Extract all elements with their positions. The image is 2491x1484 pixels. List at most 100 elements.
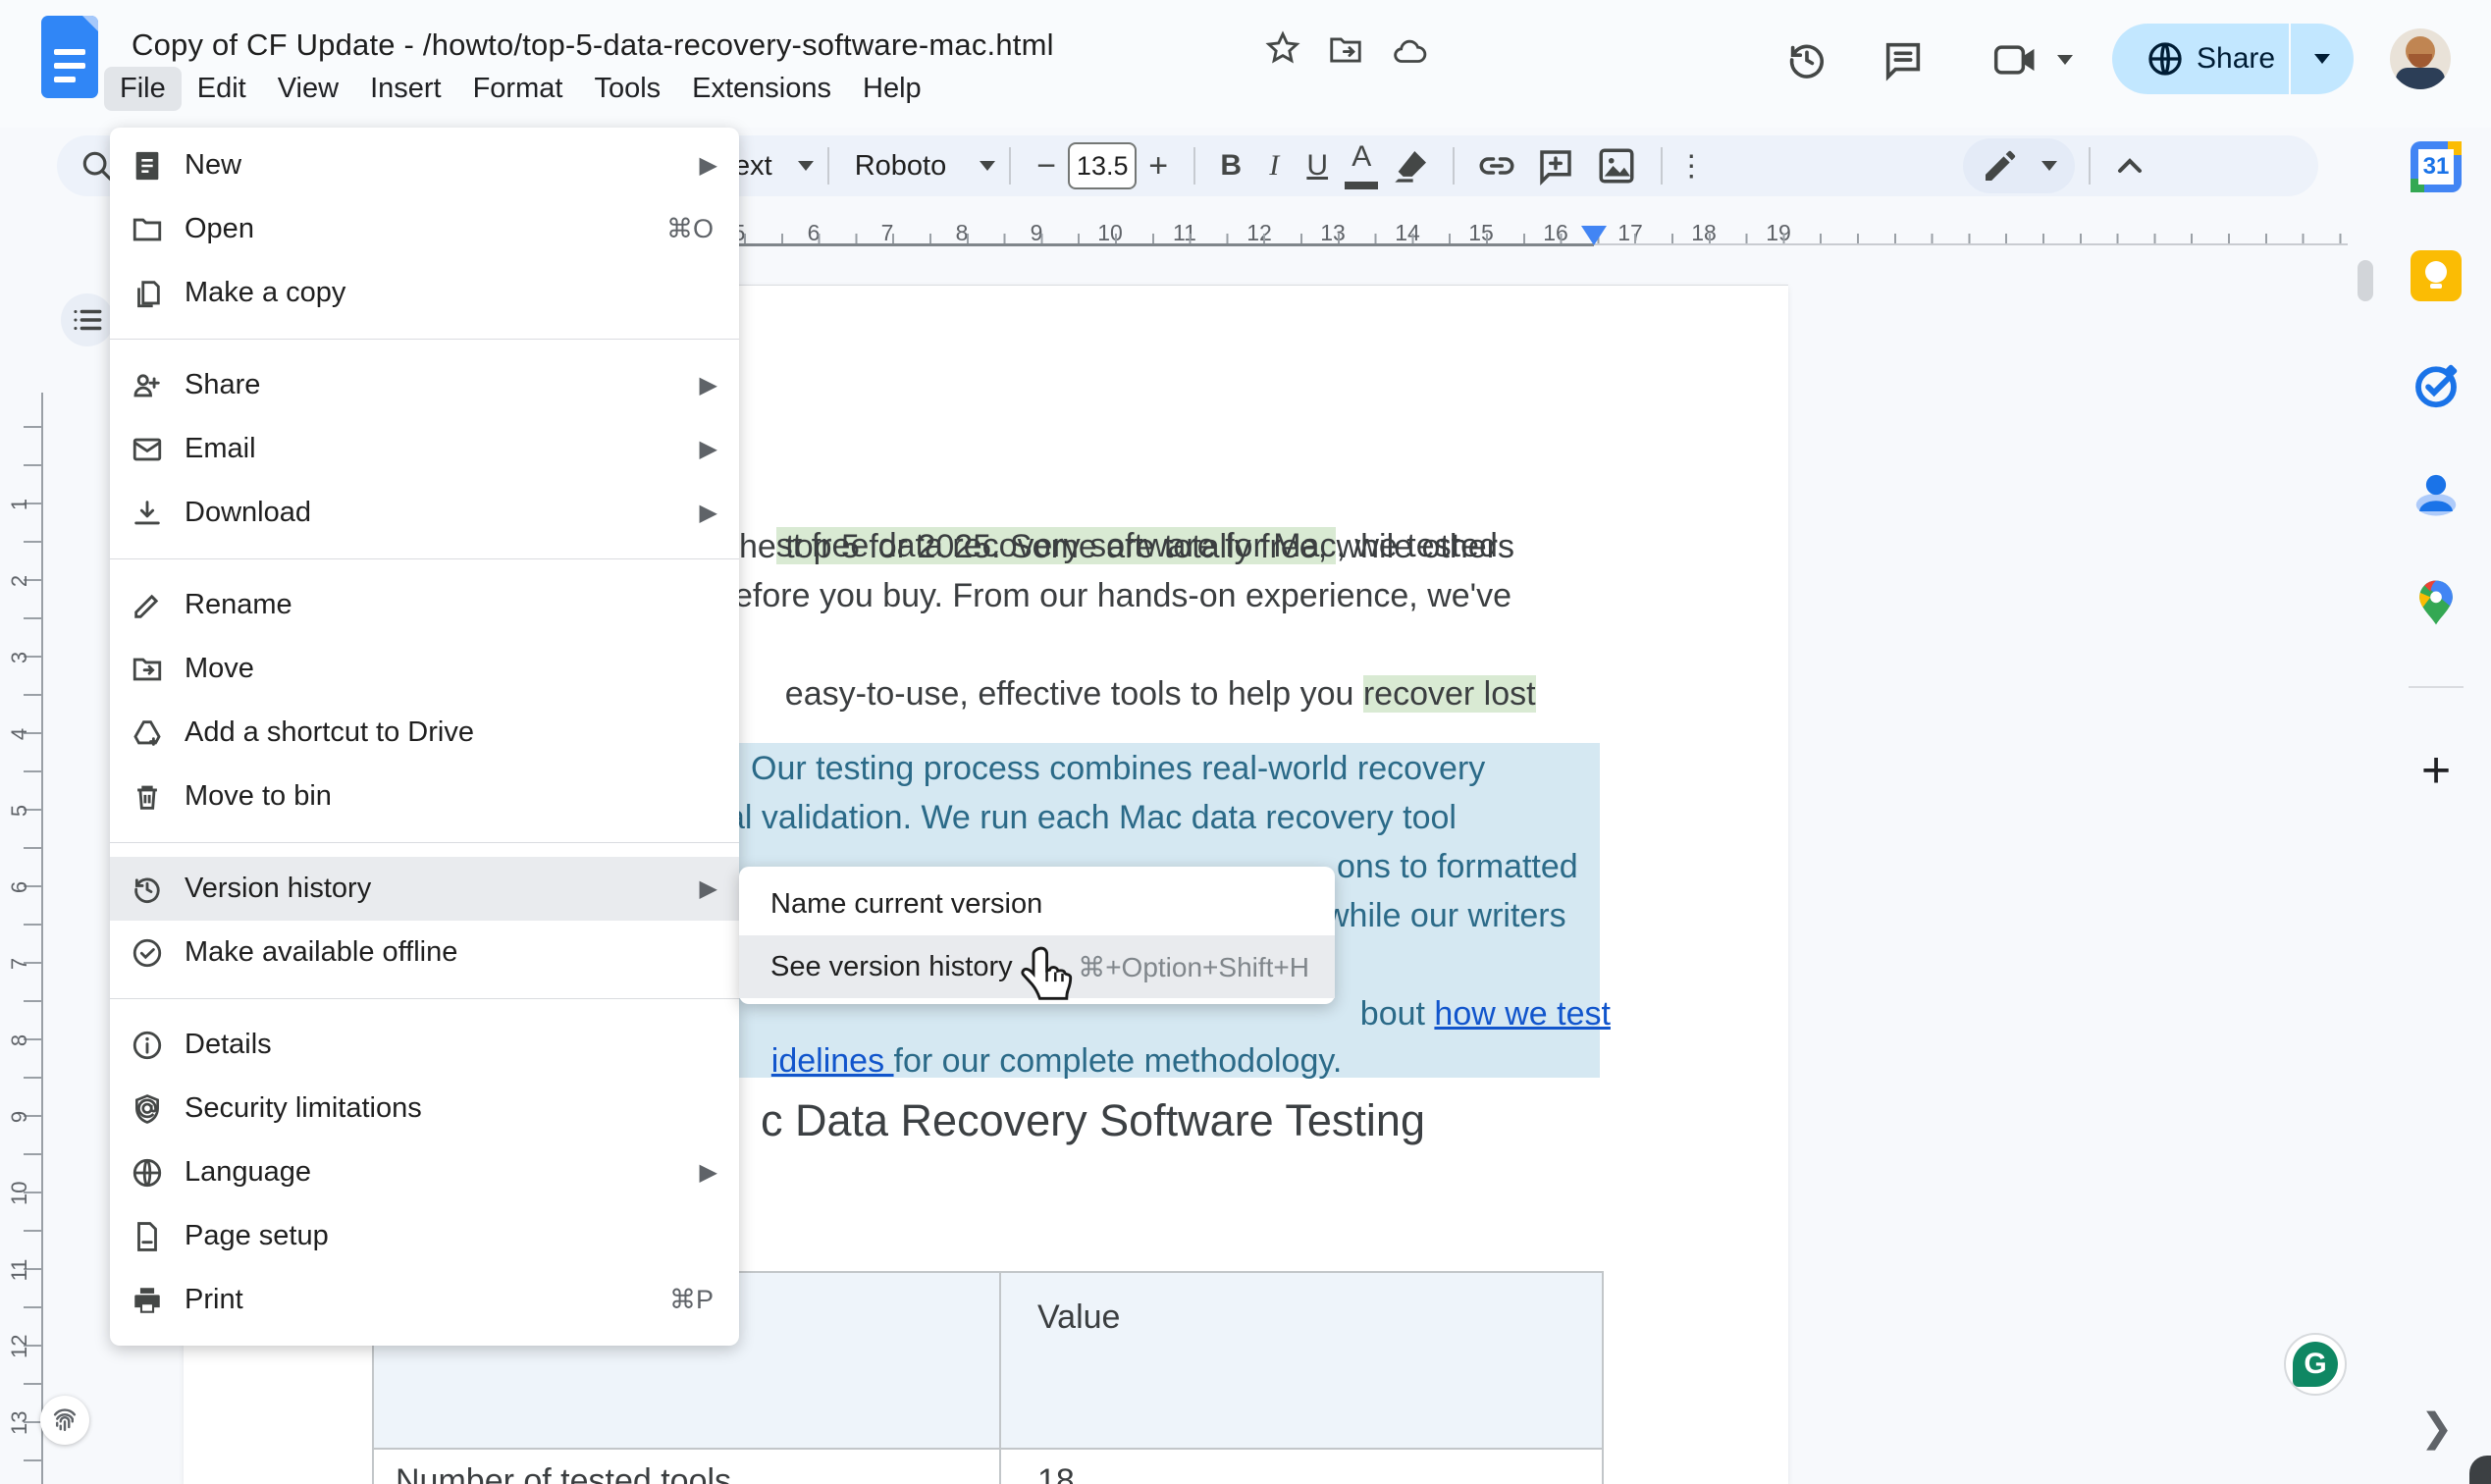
menu-item-page-setup[interactable]: Page setup (110, 1204, 739, 1268)
version-history-icon (131, 873, 164, 906)
get-addons-button[interactable]: + (2409, 743, 2464, 798)
person-add-icon (131, 369, 164, 402)
menu-item-make-available-offline[interactable]: Make available offline (110, 921, 739, 984)
menu-item-move-to-bin[interactable]: Move to bin (110, 765, 739, 828)
text-color-button[interactable]: A (1345, 142, 1378, 189)
google-docs-window: Copy of CF Update - /howto/top-5-data-re… (0, 0, 2491, 1484)
contacts-app-icon[interactable] (2409, 466, 2464, 521)
menu-file[interactable]: File (104, 67, 182, 111)
vertical-ruler[interactable]: 1 2 3 4 5 6 7 8 9 10 11 12 13 (8, 393, 47, 1484)
document-title[interactable]: Copy of CF Update - /howto/top-5-data-re… (132, 27, 1054, 63)
insert-link-icon[interactable] (1476, 145, 1517, 186)
menu-item-security-limitations[interactable]: Security limitations (110, 1077, 739, 1140)
menu-item-make-a-copy[interactable]: Make a copy (110, 261, 739, 325)
quote-line: while our writers (1325, 891, 1566, 940)
more-options-icon[interactable]: ⋮ (1676, 149, 1706, 184)
collapse-toolbar-icon[interactable] (2110, 146, 2149, 186)
font-dropdown[interactable]: Roboto (855, 150, 947, 183)
font-size-decrease-button[interactable]: − (1025, 147, 1068, 186)
how-we-test-link[interactable]: how we test (1434, 995, 1611, 1033)
font-caret[interactable] (980, 161, 995, 171)
collapse-panel-chevron-icon[interactable]: ❯ (2420, 1405, 2454, 1451)
submenu-item-name-current-version[interactable]: Name current version (739, 873, 1335, 935)
globe-icon (2146, 39, 2185, 79)
menu-item-add-shortcut[interactable]: Add a shortcut to Drive (110, 701, 739, 765)
menu-item-open[interactable]: Open⌘O (110, 197, 739, 261)
grammarly-badge[interactable]: G (2284, 1333, 2347, 1396)
quote-line: bout how we test (1323, 940, 1611, 1038)
security-shield-icon (131, 1092, 164, 1126)
copy-icon (131, 277, 164, 310)
tasks-app-icon[interactable] (2409, 357, 2464, 412)
add-comment-icon[interactable] (1535, 145, 1576, 186)
email-icon (131, 433, 164, 466)
table-header-value: Value (1037, 1298, 1120, 1337)
cloud-saved-icon[interactable] (1392, 33, 1429, 71)
menu-view[interactable]: View (262, 67, 354, 111)
insert-image-icon[interactable] (1596, 145, 1637, 186)
account-avatar[interactable] (2390, 28, 2451, 89)
mode-caret (2041, 161, 2057, 171)
menu-tools[interactable]: Tools (578, 67, 676, 111)
menu-item-share[interactable]: Share▶ (110, 353, 739, 417)
keep-app-icon[interactable] (2409, 248, 2464, 303)
side-panel-divider (2409, 686, 2464, 688)
section-heading: c Data Recovery Software Testing (761, 1095, 1425, 1146)
calendar-app-icon[interactable]: 31 (2409, 139, 2464, 194)
font-size-input[interactable]: 13.5 (1068, 142, 1137, 189)
fingerprint-button[interactable] (40, 1396, 89, 1445)
menu-item-version-history[interactable]: Version history▶ (110, 857, 739, 921)
move-folder-icon (131, 653, 164, 686)
maps-app-icon[interactable] (2409, 575, 2464, 630)
menu-item-download[interactable]: Download▶ (110, 481, 739, 545)
share-dropdown-caret[interactable] (2314, 54, 2330, 64)
paragraph-line: easy-to-use, effective tools to help you… (748, 620, 1536, 718)
menu-format[interactable]: Format (457, 67, 579, 111)
quote-line: ons to formatted (1337, 842, 1578, 891)
page-setup-icon (131, 1220, 164, 1253)
guidelines-link[interactable]: idelines (771, 1042, 894, 1080)
menu-edit[interactable]: Edit (182, 67, 262, 111)
meet-camera-icon[interactable] (1992, 39, 2040, 80)
file-menu: New▶ Open⌘O Make a copy Share▶ Email▶ Do… (110, 128, 739, 1346)
move-folder-icon[interactable] (1327, 31, 1364, 69)
table-row-value: 18 (1037, 1462, 1075, 1484)
corner-overlay (2469, 1456, 2491, 1484)
right-indent-marker[interactable] (1581, 226, 1607, 245)
fingerprint-icon (48, 1404, 81, 1437)
show-outline-button[interactable] (61, 293, 114, 346)
bold-button[interactable]: B (1209, 149, 1252, 183)
menu-item-move[interactable]: Move (110, 637, 739, 701)
star-icon[interactable] (1264, 29, 1301, 67)
menu-insert[interactable]: Insert (354, 67, 457, 111)
language-globe-icon (131, 1156, 164, 1190)
menu-extensions[interactable]: Extensions (676, 67, 847, 111)
menu-item-rename[interactable]: Rename (110, 573, 739, 637)
menu-item-language[interactable]: Language▶ (110, 1140, 739, 1204)
comments-icon[interactable] (1881, 37, 1926, 82)
menu-item-details[interactable]: Details (110, 1013, 739, 1077)
underline-button[interactable]: U (1296, 149, 1339, 183)
menu-item-new[interactable]: New▶ (110, 133, 739, 197)
menu-help[interactable]: Help (847, 67, 937, 111)
camera-dropdown-caret[interactable] (2057, 55, 2073, 65)
google-docs-logo-icon[interactable] (41, 16, 98, 98)
scrollbar-thumb[interactable] (2358, 260, 2373, 301)
table-row-label: Number of tested tools (396, 1462, 731, 1484)
outline-list-icon (71, 303, 104, 337)
style-caret[interactable] (798, 161, 814, 171)
italic-button[interactable]: I (1252, 149, 1296, 183)
quote-line: al validation. We run each Mac data reco… (726, 793, 1457, 842)
version-history-icon[interactable] (1784, 37, 1829, 82)
offline-check-icon (131, 936, 164, 970)
share-button[interactable]: Share (2112, 24, 2354, 94)
editing-mode-dropdown[interactable] (1963, 138, 2075, 193)
menu-item-email[interactable]: Email▶ (110, 417, 739, 481)
menu-item-print[interactable]: Print⌘P (110, 1268, 739, 1332)
paragraph-style-dropdown[interactable]: ext (734, 150, 772, 183)
download-icon (131, 497, 164, 530)
highlight-color-icon[interactable] (1392, 146, 1431, 186)
menu-divider (110, 842, 739, 843)
font-size-increase-button[interactable]: + (1137, 147, 1180, 186)
table-column-divider (999, 1273, 1001, 1484)
